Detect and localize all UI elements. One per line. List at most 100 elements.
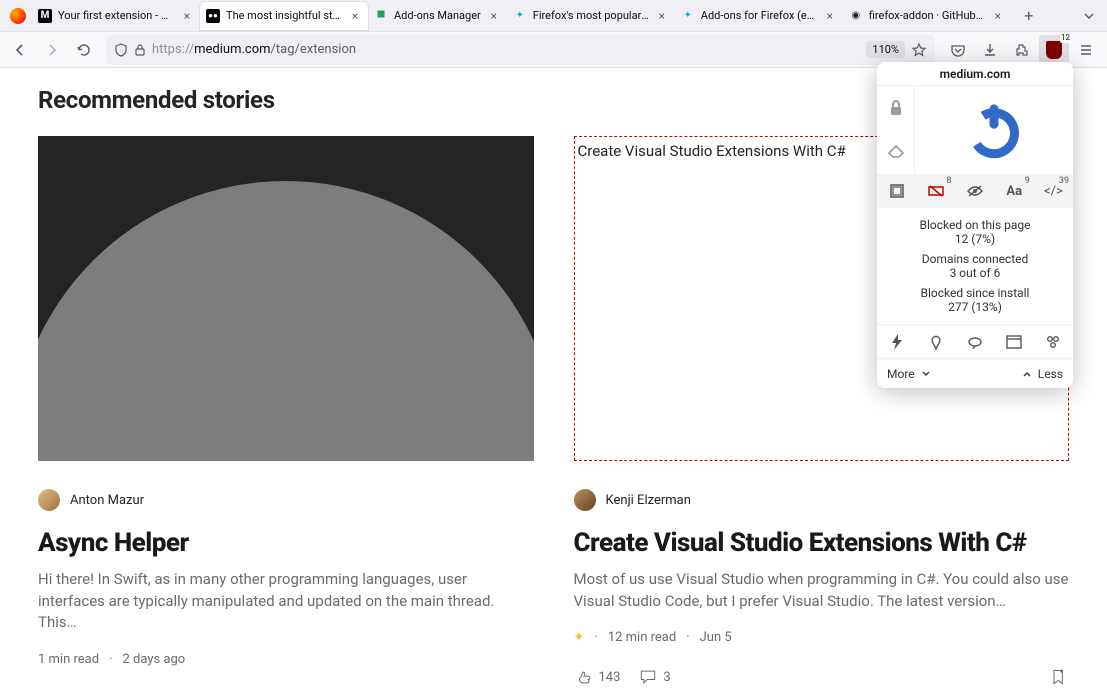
tab-label: firefox-addon · GitHub Topics xyxy=(869,9,985,22)
ublock-zap-button[interactable] xyxy=(877,325,916,358)
ublock-tool-media[interactable]: 8 xyxy=(916,174,955,208)
toolbar-icons: 12 xyxy=(943,35,1101,65)
tab-label: The most insightful stories abo xyxy=(226,9,342,22)
close-icon[interactable]: × xyxy=(655,9,669,23)
tab-label: Add-ons Manager xyxy=(394,9,481,22)
close-icon[interactable]: × xyxy=(180,9,194,23)
ublock-less-button[interactable]: Less xyxy=(1038,367,1063,381)
story-desc: Hi there! In Swift, as in many other pro… xyxy=(38,569,534,634)
back-button[interactable] xyxy=(6,36,34,64)
responses-count: 3 xyxy=(663,670,670,685)
author-name[interactable]: Kenji Elzerman xyxy=(606,493,691,508)
favicon-github: ◉ xyxy=(849,9,863,23)
url-text: https://www. https://medium.com/tag/exte… xyxy=(152,42,860,57)
clap-button[interactable]: 143 xyxy=(574,667,621,687)
ublock-badge: 12 xyxy=(1060,33,1071,43)
ublock-stats: Blocked on this page 12 (7%) Domains con… xyxy=(877,208,1073,324)
new-tab-button[interactable]: + xyxy=(1015,2,1043,30)
ublock-lock-toggle[interactable] xyxy=(877,86,914,130)
extensions-button[interactable] xyxy=(1007,35,1037,65)
ublock-tool-fonts[interactable]: Aa 9 xyxy=(995,174,1034,208)
story-desc: Most of us use Visual Studio when progra… xyxy=(574,569,1070,613)
bookmark-button[interactable] xyxy=(1049,667,1069,687)
ublock-picker-button[interactable] xyxy=(916,325,955,358)
story-actions: 143 3 xyxy=(574,667,1070,687)
sup-badge: 9 xyxy=(1025,176,1030,186)
tab-5[interactable]: ◉ firefox-addon · GitHub Topics × xyxy=(843,2,1011,30)
ublock-shield-icon xyxy=(1046,41,1062,59)
tab-1[interactable]: ●● The most insightful stories abo × xyxy=(200,2,368,30)
tab-2[interactable]: ⯀ Add-ons Manager × xyxy=(368,2,507,30)
blocked-placeholder-text: Create Visual Studio Extensions With C# xyxy=(578,142,846,160)
favicon-puzzle: ⯀ xyxy=(374,9,388,23)
firefox-app-icon xyxy=(4,2,32,30)
tab-label: Add-ons for Firefox (en-US) xyxy=(701,9,817,22)
stat-domains-label: Domains connected xyxy=(885,252,1065,266)
ublock-bottom-tools xyxy=(877,324,1073,358)
stat-blocked-page-val: 12 (7%) xyxy=(885,232,1065,246)
story-title[interactable]: Async Helper xyxy=(38,529,534,559)
ublock-side xyxy=(877,86,915,174)
publish-date: 2 days ago xyxy=(122,652,185,667)
read-time: 1 min read xyxy=(38,652,99,667)
responses-button[interactable]: 3 xyxy=(638,667,670,687)
stat-since-label: Blocked since install xyxy=(885,286,1065,300)
avatar[interactable] xyxy=(574,489,596,511)
ublock-settings-button[interactable] xyxy=(1034,325,1073,358)
bookmark-star-icon[interactable] xyxy=(911,42,927,58)
close-icon[interactable]: × xyxy=(487,9,501,23)
story-image[interactable] xyxy=(38,136,534,461)
ublock-tools-row: 8 Aa 9 </> 39 xyxy=(877,174,1073,208)
tabs-overflow-button[interactable] xyxy=(1075,2,1103,30)
story-info: ✦ · 12 min read · Jun 5 xyxy=(574,630,1070,645)
ublock-dashboard-button[interactable] xyxy=(995,325,1034,358)
ublock-popup: medium.com 8 Aa 9 xyxy=(877,62,1073,388)
story-title[interactable]: Create Visual Studio Extensions With C# xyxy=(574,529,1070,559)
tab-label: Firefox's most popular and inno xyxy=(533,9,649,22)
close-icon[interactable]: × xyxy=(348,9,362,23)
chevron-up-icon xyxy=(1022,369,1032,379)
favicon-puzzle-blue: ✦ xyxy=(681,9,695,23)
ublock-tool-popup[interactable] xyxy=(877,174,916,208)
ublock-tool-scripts[interactable]: </> 39 xyxy=(1034,174,1073,208)
forward-button[interactable] xyxy=(38,36,66,64)
publish-date: Jun 5 xyxy=(700,630,732,645)
ublock-tool-cosmetic[interactable] xyxy=(955,174,994,208)
story-card[interactable]: Anton Mazur Async Helper Hi there! In Sw… xyxy=(38,136,534,688)
ublock-power-button[interactable] xyxy=(915,86,1073,174)
stat-since-val: 277 (13%) xyxy=(885,300,1065,314)
dot-icon: · xyxy=(594,630,597,645)
zoom-level[interactable]: 110% xyxy=(866,41,905,58)
tab-0[interactable]: M Your first extension - Mozilla | M × xyxy=(32,2,200,30)
ublock-button[interactable]: 12 xyxy=(1039,35,1069,65)
app-menu-button[interactable] xyxy=(1071,35,1101,65)
ublock-domain: medium.com xyxy=(877,62,1073,86)
ublock-logger-button[interactable] xyxy=(955,325,994,358)
favicon-puzzle-blue: ✦ xyxy=(513,9,527,23)
sup-badge: 8 xyxy=(946,176,951,186)
dot-icon: · xyxy=(109,652,112,667)
story-info: 1 min read · 2 days ago xyxy=(38,652,534,667)
url-bar[interactable]: https://www. https://medium.com/tag/exte… xyxy=(106,35,935,65)
downloads-button[interactable] xyxy=(975,35,1005,65)
pocket-button[interactable] xyxy=(943,35,973,65)
ublock-more-row: More Less xyxy=(877,358,1073,388)
reload-button[interactable] xyxy=(70,36,98,64)
favicon-medium: ●● xyxy=(206,9,220,23)
member-star-icon: ✦ xyxy=(574,630,585,645)
story-image-shape xyxy=(38,181,534,461)
close-icon[interactable]: × xyxy=(991,9,1005,23)
tab-4[interactable]: ✦ Add-ons for Firefox (en-US) × xyxy=(675,2,843,30)
ublock-eraser-toggle[interactable] xyxy=(877,130,914,174)
shield-icon[interactable] xyxy=(114,43,128,57)
close-icon[interactable]: × xyxy=(823,9,837,23)
dot-icon: · xyxy=(686,630,689,645)
ublock-more-button[interactable]: More xyxy=(887,367,915,381)
author-name[interactable]: Anton Mazur xyxy=(70,493,144,508)
tab-strip: M Your first extension - Mozilla | M × ●… xyxy=(0,0,1107,32)
avatar[interactable] xyxy=(38,489,60,511)
story-byline: Anton Mazur xyxy=(38,489,534,511)
tab-3[interactable]: ✦ Firefox's most popular and inno × xyxy=(507,2,675,30)
lock-icon[interactable] xyxy=(134,43,146,57)
stat-domains-val: 3 out of 6 xyxy=(885,266,1065,280)
